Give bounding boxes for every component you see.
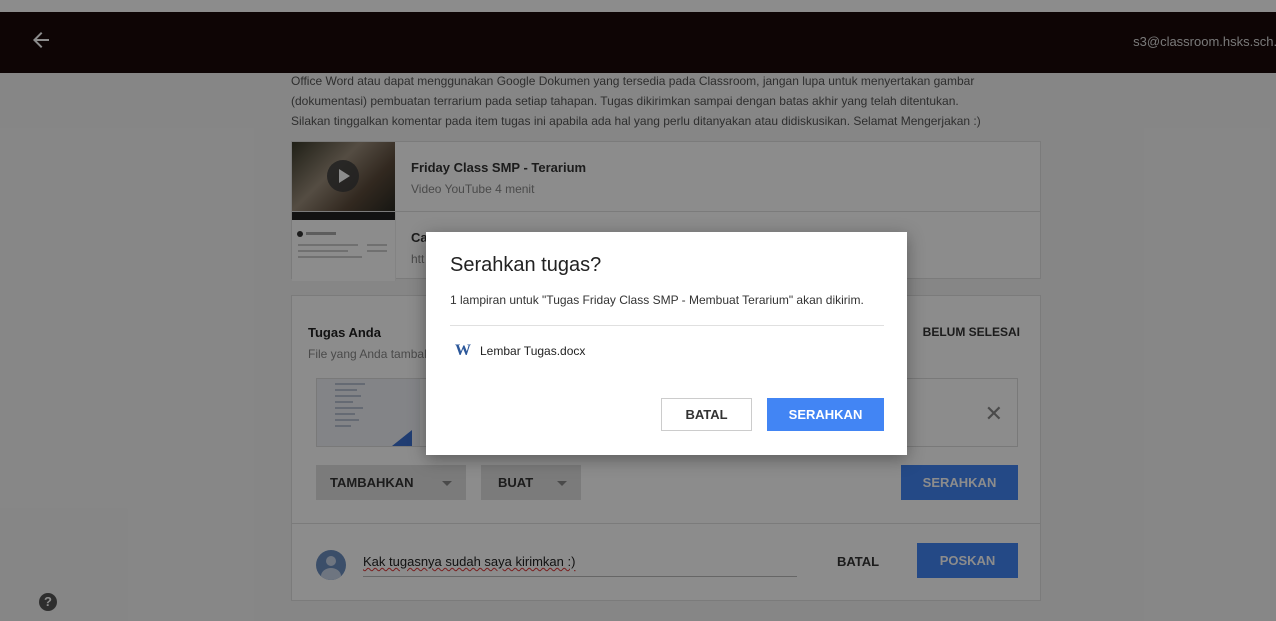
dialog-message: 1 lampiran untuk "Tugas Friday Class SMP… <box>450 293 864 307</box>
dialog-divider <box>450 325 884 326</box>
dialog-title: Serahkan tugas? <box>450 254 602 276</box>
confirm-submit-button[interactable]: SERAHKAN <box>767 398 884 431</box>
submit-dialog: Serahkan tugas? 1 lampiran untuk "Tugas … <box>426 232 907 455</box>
word-doc-icon: W <box>455 342 471 359</box>
dialog-file-name[interactable]: Lembar Tugas.docx <box>480 344 585 358</box>
cancel-button[interactable]: BATAL <box>661 398 752 431</box>
